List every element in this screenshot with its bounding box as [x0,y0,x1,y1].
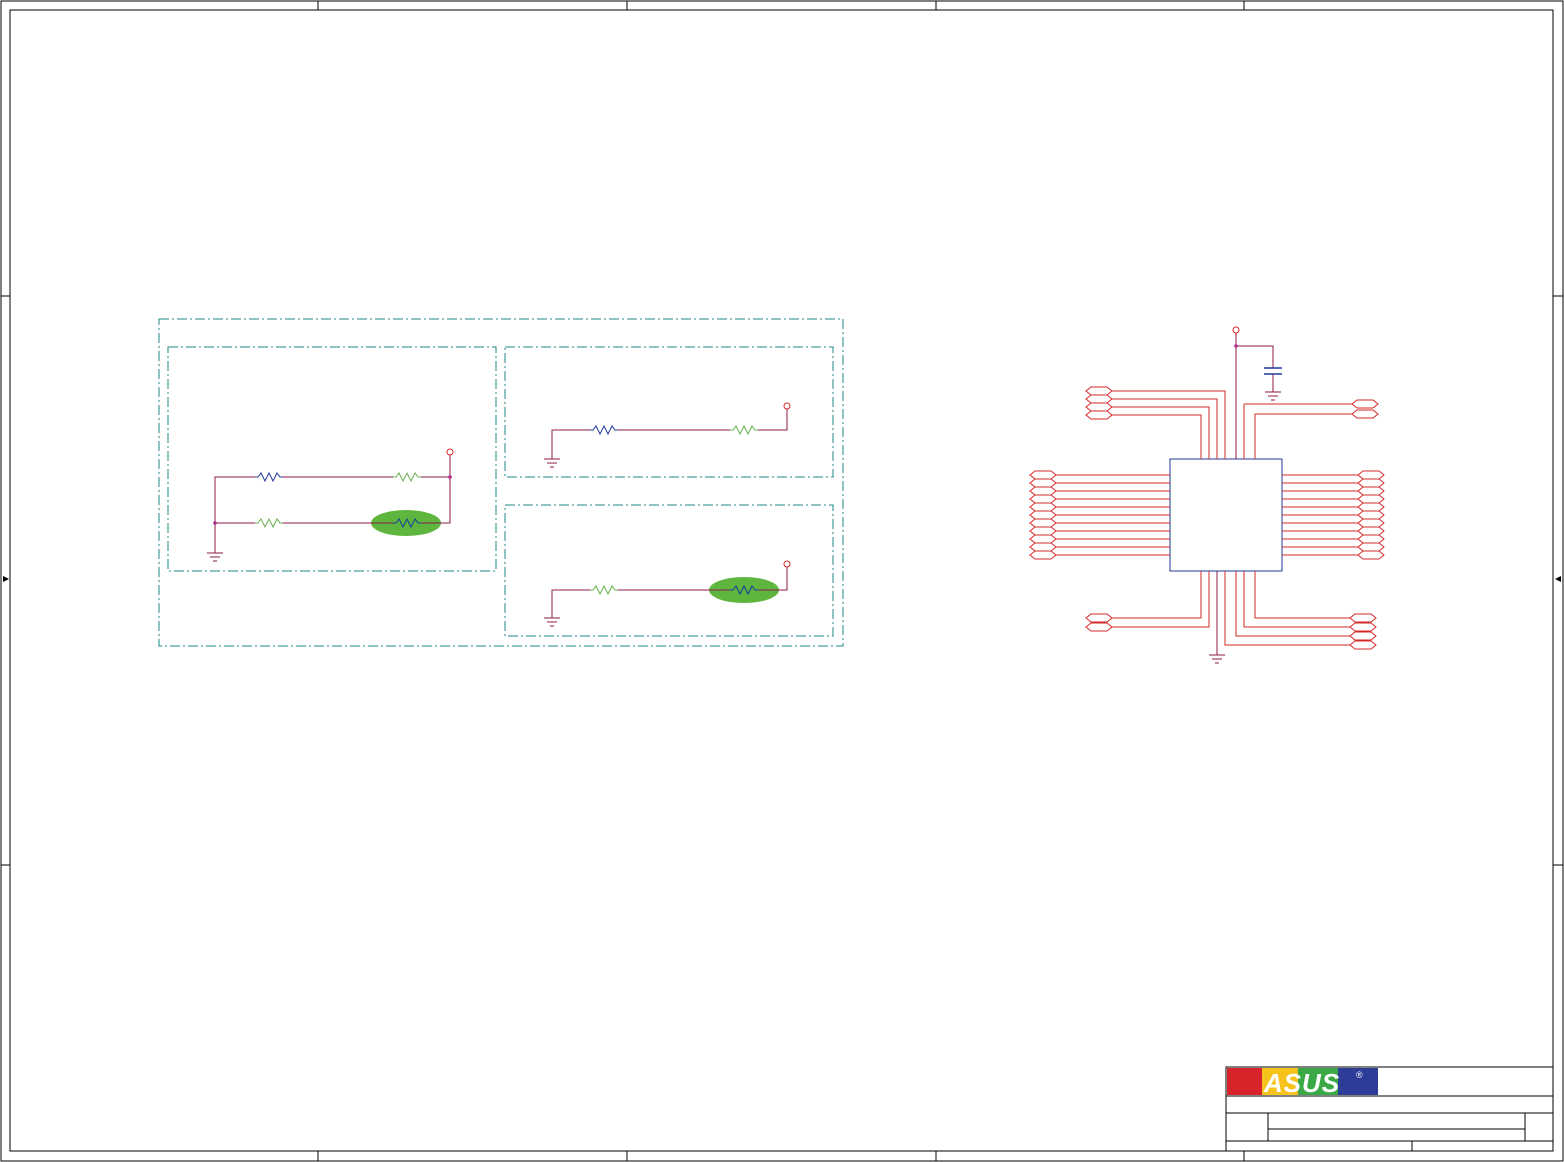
resistor-symbol [730,424,758,436]
strap-circuit-3 [544,560,791,627]
offpage-connector-icon [1357,510,1385,520]
resistor-symbol [393,471,421,483]
offpage-connector-icon [1085,613,1113,623]
ground-icon [1209,654,1225,664]
offpage-connector-icon [1085,394,1113,404]
signal-wire [1254,413,1352,459]
offpage-connector-icon [1029,478,1057,488]
ic-circuit [1029,326,1385,664]
signal-wire [1243,571,1350,628]
offpage-connector-icon [1357,470,1385,480]
offpage-connector-icon [1029,534,1057,544]
junction-dot [448,475,452,479]
offpage-connector-icon [1085,410,1113,420]
offpage-connector-icon [1349,622,1377,632]
signal-wire [1112,390,1226,459]
logo-registered-mark: ® [1356,1070,1363,1080]
offpage-connector-icon [1349,640,1377,650]
signal-wire [1112,571,1210,628]
strap-circuit-1 [207,448,454,562]
offpage-connector-icon [1029,518,1057,528]
offpage-connector-icon [1351,409,1379,419]
resistor-symbol [590,424,618,436]
ground-icon [207,552,223,562]
power-pin-icon [783,560,791,568]
ground-icon [544,617,560,627]
offpage-connector-icon [1029,510,1057,520]
signal-wire [1235,571,1350,637]
junction-dot [213,521,217,525]
sheet-frame [0,0,1564,1162]
power-pin-icon [783,402,791,410]
title-block: ASUS ® [1225,1066,1554,1152]
asus-logo: ASUS ® [1227,1068,1378,1098]
offpage-connector-icon [1357,534,1385,544]
offpage-connector-icon [1029,550,1057,560]
resistor-symbol [590,584,618,596]
offpage-connector-icon [1029,502,1057,512]
zone-ticks [1,1,1563,1161]
power-pin-icon [1232,326,1240,334]
signal-wire [1112,414,1202,459]
power-pin-icon [446,448,454,456]
signal-wire [1254,571,1350,619]
schematic-sheet: ASUS ® [0,0,1564,1162]
junction-dot [1234,344,1238,348]
offpage-connector-icon [1357,502,1385,512]
offpage-connector-icon [1357,518,1385,528]
offpage-connector-icon [1085,622,1113,632]
capacitor-symbol [1264,367,1282,375]
ground-icon [1265,391,1281,401]
offpage-connector-icon [1029,542,1057,552]
resistor-symbol [255,517,283,529]
offpage-connector-icon [1085,386,1113,396]
center-arrow-icon [3,576,1561,582]
offpage-connector-icon [1357,542,1385,552]
offpage-connector-icon [1351,399,1379,409]
offpage-connector-icon [1357,486,1385,496]
strap-circuit-2 [544,402,791,468]
signal-wire [1112,571,1202,619]
offpage-connector-icon [1349,631,1377,641]
logo-text: ASUS [1263,1068,1340,1098]
offpage-connector-icon [1357,494,1385,504]
offpage-connector-icon [1357,550,1385,560]
offpage-connector-icon [1349,613,1377,623]
offpage-connector-icon [1357,526,1385,536]
ground-icon [544,458,560,468]
offpage-connector-icon [1357,478,1385,488]
offpage-connector-icon [1085,402,1113,412]
offpage-connector-icon [1029,526,1057,536]
resistor-symbol [255,471,283,483]
offpage-connector-icon [1029,470,1057,480]
offpage-connector-icon [1029,494,1057,504]
offpage-connector-icon [1029,486,1057,496]
ic-chip [1169,458,1283,572]
